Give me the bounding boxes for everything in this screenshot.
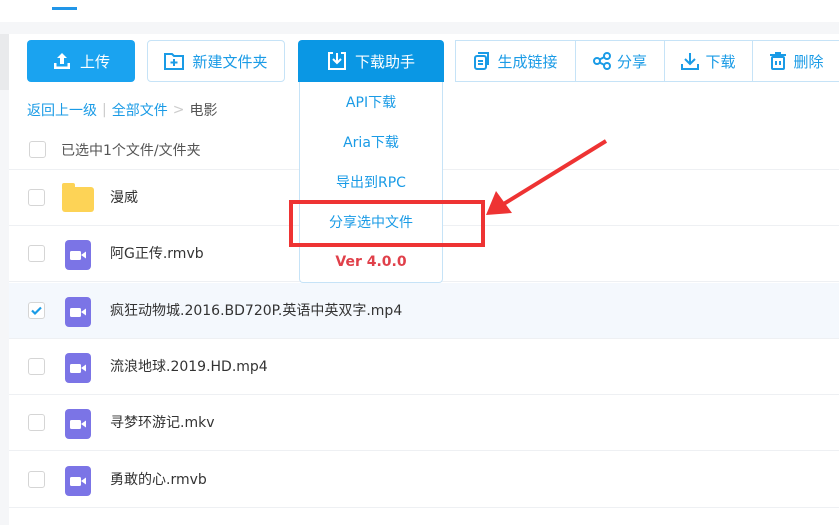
menu-item-api-download[interactable]: API下载 [300, 82, 442, 122]
row-checkbox[interactable] [28, 301, 45, 319]
row-checkbox[interactable] [28, 245, 45, 263]
row-checkbox[interactable] [28, 414, 45, 432]
top-tab-bar [0, 0, 839, 22]
highlight-box [289, 200, 485, 247]
upload-button[interactable]: 上传 [27, 40, 135, 82]
row-checkbox[interactable] [28, 357, 45, 375]
row-checkbox[interactable] [28, 470, 45, 488]
breadcrumb-all-files-link[interactable]: 全部文件 [112, 100, 168, 120]
copy-link-icon [474, 52, 490, 70]
file-row[interactable]: 疯狂动物城.2016.BD720P.英语中英双字.mp4 [9, 282, 839, 339]
new-folder-label: 新建文件夹 [192, 52, 268, 71]
file-name[interactable]: 漫威 [110, 170, 138, 226]
download-icon [681, 53, 700, 70]
file-name[interactable]: 阿G正传.rmvb [110, 226, 204, 282]
sidebar-edge-active [0, 34, 9, 90]
selection-count: 已选中1个文件/文件夹 [61, 143, 201, 159]
file-name[interactable]: 勇敢的心.rmvb [110, 452, 207, 508]
video-file-icon [65, 296, 91, 327]
video-file-icon [65, 465, 91, 496]
annotation-arrow-icon [486, 139, 608, 215]
download-helper-menu: API下载 Aria下载 导出到RPC 分享选中文件 Ver 4.0.0 [299, 82, 443, 283]
upload-label: 上传 [79, 52, 110, 71]
sidebar-edge [0, 34, 9, 525]
breadcrumb: 返回上一级 | 全部文件 > 电影 [27, 100, 217, 120]
file-name[interactable]: 寻梦环游记.mkv [110, 395, 214, 451]
generate-link-label: 生成链接 [497, 52, 558, 71]
video-file-icon [65, 240, 91, 271]
share-label: 分享 [616, 52, 647, 71]
divider [0, 22, 839, 34]
upload-icon [53, 53, 70, 69]
generate-link-button[interactable]: 生成链接 [456, 41, 576, 81]
breadcrumb-separator: | [102, 102, 107, 118]
download-label: 下载 [705, 52, 736, 71]
file-row[interactable]: 流浪地球.2019.HD.mp4 [9, 339, 839, 395]
breadcrumb-arrow: > [172, 102, 185, 118]
breadcrumb-back-link[interactable]: 返回上一级 [27, 100, 97, 120]
file-row[interactable]: 勇敢的心.rmvb [9, 452, 839, 508]
file-name[interactable]: 流浪地球.2019.HD.mp4 [110, 339, 268, 395]
breadcrumb-current: 电影 [189, 103, 218, 119]
file-action-group: 生成链接 分享 下载 删除 [455, 40, 839, 82]
download-helper-button[interactable]: 下载助手 [298, 40, 444, 82]
file-name[interactable]: 疯狂动物城.2016.BD720P.英语中英双字.mp4 [110, 283, 402, 339]
trash-icon [770, 52, 787, 70]
row-checkbox[interactable] [28, 189, 45, 206]
file-row[interactable]: 寻梦环游记.mkv [9, 395, 839, 452]
folder-plus-icon [164, 53, 185, 70]
select-all-checkbox[interactable] [29, 141, 46, 158]
share-button[interactable]: 分享 [576, 41, 665, 81]
menu-item-aria-download[interactable]: Aria下载 [300, 122, 442, 162]
download-button[interactable]: 下载 [665, 41, 753, 81]
delete-button[interactable]: 删除 [753, 41, 839, 81]
version-label: Ver 4.0.0 [335, 254, 407, 270]
folder-icon [62, 183, 94, 212]
download-box-icon [327, 52, 346, 70]
video-file-icon [65, 352, 91, 383]
menu-item-export-rpc[interactable]: 导出到RPC [300, 162, 442, 202]
video-file-icon [65, 409, 91, 440]
download-helper-label: 下载助手 [354, 52, 415, 71]
delete-label: 删除 [793, 52, 824, 71]
active-tab-indicator [52, 7, 77, 10]
share-icon [592, 52, 611, 70]
new-folder-button[interactable]: 新建文件夹 [147, 40, 285, 82]
